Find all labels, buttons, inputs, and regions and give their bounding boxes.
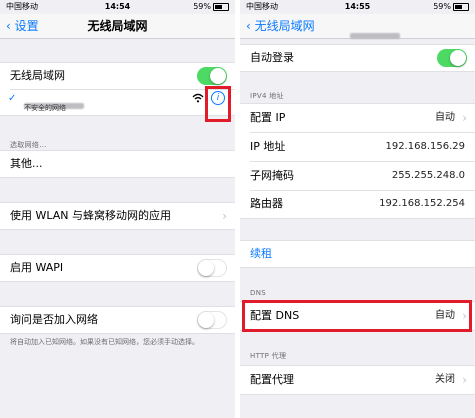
highlight-box-dns xyxy=(242,300,472,332)
toggle-knob xyxy=(198,260,214,276)
config-ip-value: 自动 xyxy=(435,112,455,123)
toggle-knob xyxy=(198,312,214,328)
ip-address-label: IP 地址 xyxy=(250,140,286,153)
wifi-icon xyxy=(192,93,204,106)
config-ip-row[interactable]: 配置 IP 自动 › xyxy=(240,104,475,132)
checkmark-icon: ✓ xyxy=(8,93,17,104)
wlan-label: 无线局域网 xyxy=(10,69,65,82)
page-title: 无线局域网 xyxy=(87,19,148,33)
toggle-knob xyxy=(210,68,226,84)
other-network-label: 其他... xyxy=(10,157,43,170)
auto-login-label: 自动登录 xyxy=(250,51,294,64)
config-proxy-value: 关闭 xyxy=(435,374,455,385)
apps-wlan-label: 使用 WLAN 与蜂窝移动网的应用 xyxy=(10,209,172,222)
battery-icon xyxy=(453,2,469,11)
other-network-row[interactable]: 其他... xyxy=(0,150,235,178)
ipv4-header: IPV4 地址 xyxy=(250,92,284,100)
network-title-redacted xyxy=(350,24,400,43)
router-row: 路由器 192.168.152.254 xyxy=(240,191,475,218)
network-detail-screen: 中国移动 14:55 59% ‹ 无线局域网 自动登录 IPV4 地址 配置 I… xyxy=(240,0,475,418)
battery-icon xyxy=(213,2,229,11)
highlight-box-info xyxy=(205,86,231,122)
subnet-mask-value: 255.255.248.0 xyxy=(391,170,465,181)
config-ip-label: 配置 IP xyxy=(250,111,286,124)
choose-network-header: 选取网络... xyxy=(10,141,47,149)
nav-bar: ‹ 设置 无线局域网 xyxy=(0,14,235,39)
wlan-settings-screen: 中国移动 14:54 59% ‹ 设置 无线局域网 无线局域网 ✓ 不安全的网络… xyxy=(0,0,235,418)
auto-login-toggle[interactable] xyxy=(437,49,467,67)
subnet-mask-row: 子网掩码 255.255.248.0 xyxy=(240,162,475,190)
wapi-row: 启用 WAPI xyxy=(0,254,235,282)
wapi-toggle[interactable] xyxy=(197,259,227,277)
battery-indicator: 59% xyxy=(193,0,229,14)
ip-address-row: IP 地址 192.168.156.29 xyxy=(240,133,475,161)
wlan-group: 无线局域网 ✓ 不安全的网络 i xyxy=(0,62,235,116)
subnet-mask-label: 子网掩码 xyxy=(250,169,294,182)
http-proxy-header: HTTP 代理 xyxy=(250,352,287,360)
network-subtitle: 不安全的网络 xyxy=(24,104,66,112)
dns-header: DNS xyxy=(250,289,266,297)
config-proxy-row[interactable]: 配置代理 关闭 › xyxy=(240,365,475,395)
toggle-knob xyxy=(450,50,466,66)
renew-lease-button[interactable]: 续租 xyxy=(250,247,272,261)
wlan-toggle[interactable] xyxy=(197,67,227,85)
router-value: 192.168.152.254 xyxy=(379,198,465,209)
status-bar: 中国移动 14:55 59% xyxy=(240,0,475,14)
chevron-right-icon: › xyxy=(462,111,467,125)
ask-join-label: 询问是否加入网络 xyxy=(10,313,98,326)
apps-wlan-row[interactable]: 使用 WLAN 与蜂窝移动网的应用 › xyxy=(0,202,235,230)
battery-percent: 59% xyxy=(433,2,451,11)
router-label: 路由器 xyxy=(250,197,283,210)
chevron-right-icon: › xyxy=(222,209,227,223)
ask-join-row: 询问是否加入网络 xyxy=(0,306,235,334)
divider xyxy=(10,89,235,90)
back-button[interactable]: ‹ 无线局域网 xyxy=(246,17,315,35)
chevron-right-icon: › xyxy=(462,373,467,387)
wapi-label: 启用 WAPI xyxy=(10,261,64,274)
auto-login-row: 自动登录 xyxy=(240,44,475,72)
ip-address-value: 192.168.156.29 xyxy=(385,141,465,152)
nav-bar: ‹ 无线局域网 xyxy=(240,14,475,39)
ask-join-footnote: 将自动加入已知网络。如果没有已知网络，您必须手动选择。 xyxy=(10,338,199,346)
ipv4-group: 配置 IP 自动 › IP 地址 192.168.156.29 子网掩码 255… xyxy=(240,103,475,219)
status-bar: 中国移动 14:54 59% xyxy=(0,0,235,14)
config-proxy-label: 配置代理 xyxy=(250,373,294,386)
ask-join-toggle[interactable] xyxy=(197,311,227,329)
renew-lease-row[interactable]: 续租 xyxy=(240,240,475,268)
battery-percent: 59% xyxy=(193,2,211,11)
battery-indicator: 59% xyxy=(433,0,469,14)
